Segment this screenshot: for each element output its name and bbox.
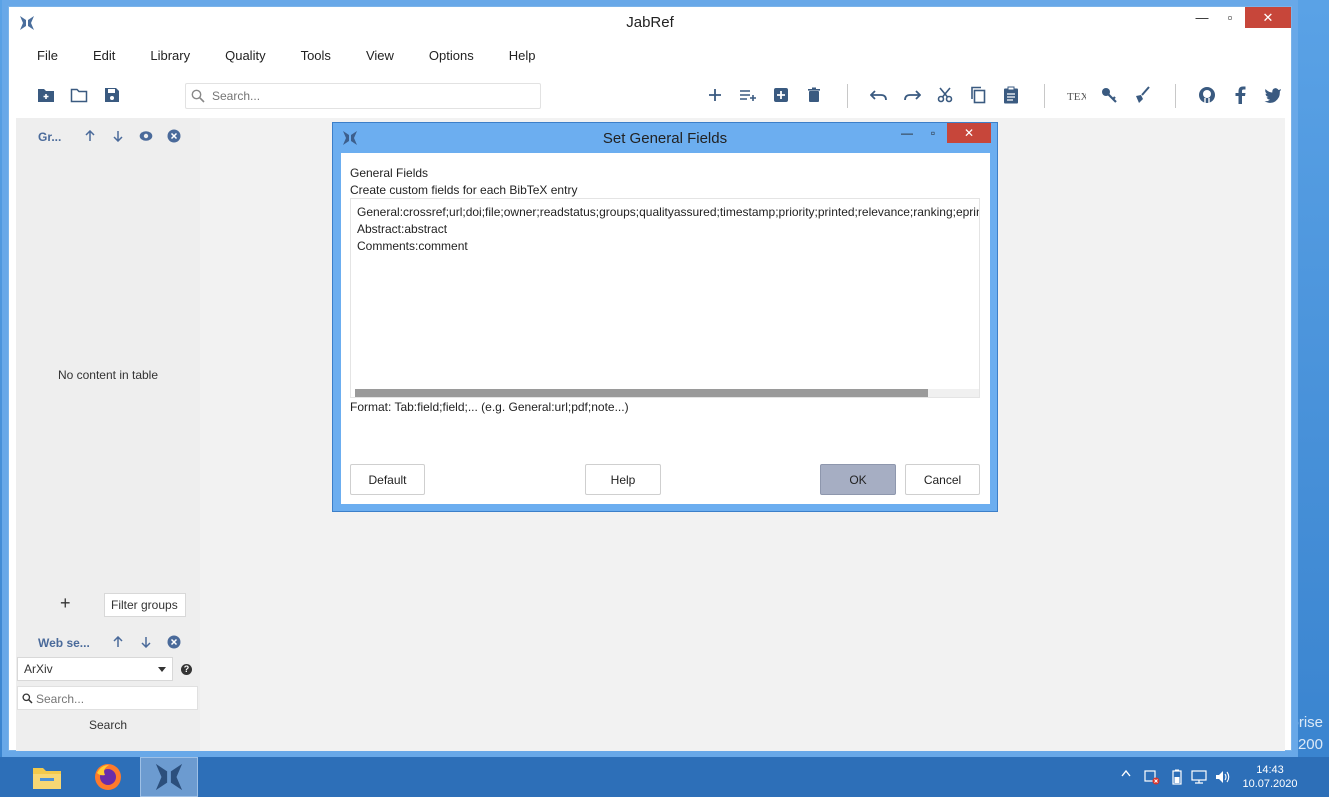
format-hint: Format: Tab:field;field;... (e.g. Genera… <box>350 400 629 414</box>
file-explorer-taskbar-button[interactable] <box>18 757 76 797</box>
dialog-maximize-button[interactable]: ▫ <box>919 123 947 143</box>
close-pane-icon[interactable] <box>167 635 181 649</box>
clock-time: 14:43 <box>1256 764 1284 776</box>
fetcher-select[interactable]: ArXiv <box>17 657 173 681</box>
move-up-arrow-icon[interactable] <box>83 129 97 143</box>
dialog-heading: General Fields <box>350 166 429 180</box>
firefox-icon <box>95 764 121 790</box>
add-entry-from-id-icon[interactable] <box>737 84 759 106</box>
cut-icon[interactable] <box>934 84 956 106</box>
tex-icon[interactable]: TEX <box>1065 84 1087 106</box>
new-library-icon[interactable] <box>35 84 57 106</box>
filter-groups-input[interactable]: Filter groups <box>104 593 186 617</box>
save-icon[interactable] <box>101 84 123 106</box>
redo-icon[interactable] <box>901 84 923 106</box>
menu-bar: File Edit Library Quality Tools View Opt… <box>17 45 550 67</box>
web-search-button[interactable]: Search <box>16 718 200 732</box>
dialog-body: General Fields Create custom fields for … <box>341 153 990 504</box>
horizontal-scrollbar[interactable] <box>355 389 979 397</box>
maximize-button[interactable]: ▫ <box>1215 7 1245 28</box>
search-icon <box>191 89 205 106</box>
groups-pane-title: Gr... <box>38 130 62 144</box>
move-up-arrow-icon[interactable] <box>111 635 125 649</box>
firefox-taskbar-button[interactable] <box>79 757 137 797</box>
volume-icon[interactable] <box>1215 769 1231 785</box>
groups-empty-message: No content in table <box>57 368 159 382</box>
windows-taskbar: 14:43 10.07.2020 <box>0 757 1329 797</box>
toggle-visibility-icon[interactable] <box>139 129 153 143</box>
search-input[interactable] <box>212 87 532 105</box>
add-box-icon[interactable] <box>770 84 792 106</box>
add-entry-icon[interactable] <box>704 84 726 106</box>
toolbar-separator <box>847 84 848 108</box>
copy-icon[interactable] <box>967 84 989 106</box>
clock-date: 10.07.2020 <box>1242 778 1298 790</box>
menu-edit[interactable]: Edit <box>73 45 130 67</box>
default-button[interactable]: Default <box>350 464 425 495</box>
fields-line-general: General:crossref;url;doi;file;owner;read… <box>357 205 980 219</box>
paste-icon[interactable] <box>1000 84 1022 106</box>
move-down-arrow-icon[interactable] <box>139 635 153 649</box>
search-icon <box>22 693 33 707</box>
cleanup-brush-icon[interactable] <box>1131 84 1153 106</box>
menu-tools[interactable]: Tools <box>281 45 346 67</box>
scrollbar-thumb[interactable] <box>355 389 928 397</box>
main-toolbar: TEX <box>17 78 1285 114</box>
display-icon[interactable] <box>1191 769 1207 785</box>
move-down-arrow-icon[interactable] <box>111 129 125 143</box>
delete-icon[interactable] <box>803 84 825 106</box>
undo-icon[interactable] <box>868 84 890 106</box>
web-search-pane-title: Web se... <box>38 636 90 650</box>
menu-quality[interactable]: Quality <box>205 45 280 67</box>
minimize-button[interactable]: — <box>1187 7 1217 28</box>
groups-pane-header: Gr... <box>16 118 200 154</box>
left-side-pane: Gr... No content in table + Filter group… <box>16 118 200 751</box>
global-search[interactable] <box>185 83 541 109</box>
toolbar-separator <box>1044 84 1045 108</box>
general-fields-textarea[interactable]: General:crossref;url;doi;file;owner;read… <box>350 198 980 398</box>
close-button[interactable]: ✕ <box>1245 7 1291 28</box>
toolbar-separator <box>1175 84 1176 108</box>
network-error-icon[interactable] <box>1144 769 1160 785</box>
close-pane-icon[interactable] <box>167 129 181 143</box>
menu-help[interactable]: Help <box>489 45 551 67</box>
add-group-button[interactable]: + <box>60 593 71 614</box>
web-search-box[interactable] <box>17 686 198 710</box>
jabref-logo-icon <box>155 763 183 791</box>
window-titlebar: JabRef — ▫ ✕ <box>9 7 1291 38</box>
menu-view[interactable]: View <box>346 45 409 67</box>
web-search-input[interactable] <box>36 690 186 708</box>
help-icon[interactable]: ? <box>181 664 192 675</box>
dialog-subheading: Create custom fields for each BibTeX ent… <box>350 183 578 197</box>
svg-text:TEX: TEX <box>1067 91 1086 103</box>
dialog-close-button[interactable]: ✕ <box>947 123 991 143</box>
dialog-minimize-button[interactable]: — <box>893 123 921 143</box>
menu-options[interactable]: Options <box>409 45 489 67</box>
menu-library[interactable]: Library <box>130 45 205 67</box>
chevron-down-icon <box>158 667 166 672</box>
facebook-icon[interactable] <box>1229 84 1251 106</box>
fields-line-comments: Comments:comment <box>357 239 468 253</box>
twitter-icon[interactable] <box>1262 84 1284 106</box>
folder-icon <box>33 768 61 789</box>
menu-file[interactable]: File <box>17 45 73 67</box>
github-icon[interactable] <box>1196 84 1218 106</box>
open-library-icon[interactable] <box>68 84 90 106</box>
window-title: JabRef <box>626 14 674 31</box>
dialog-titlebar: Set General Fields — ▫ ✕ <box>333 123 997 152</box>
show-hidden-icons-icon[interactable] <box>1121 769 1131 777</box>
taskbar-clock[interactable]: 14:43 10.07.2020 <box>1238 763 1302 791</box>
help-button[interactable]: Help <box>585 464 661 495</box>
key-icon[interactable] <box>1098 84 1120 106</box>
cancel-button[interactable]: Cancel <box>905 464 980 495</box>
fetcher-select-value: ArXiv <box>24 662 53 676</box>
jabref-taskbar-button[interactable] <box>140 757 198 797</box>
set-general-fields-dialog: Set General Fields — ▫ ✕ General Fields … <box>332 122 998 512</box>
battery-icon[interactable] <box>1172 769 1182 785</box>
web-search-pane-header: Web se... <box>16 626 200 656</box>
fields-line-abstract: Abstract:abstract <box>357 222 448 236</box>
ok-button[interactable]: OK <box>820 464 896 495</box>
